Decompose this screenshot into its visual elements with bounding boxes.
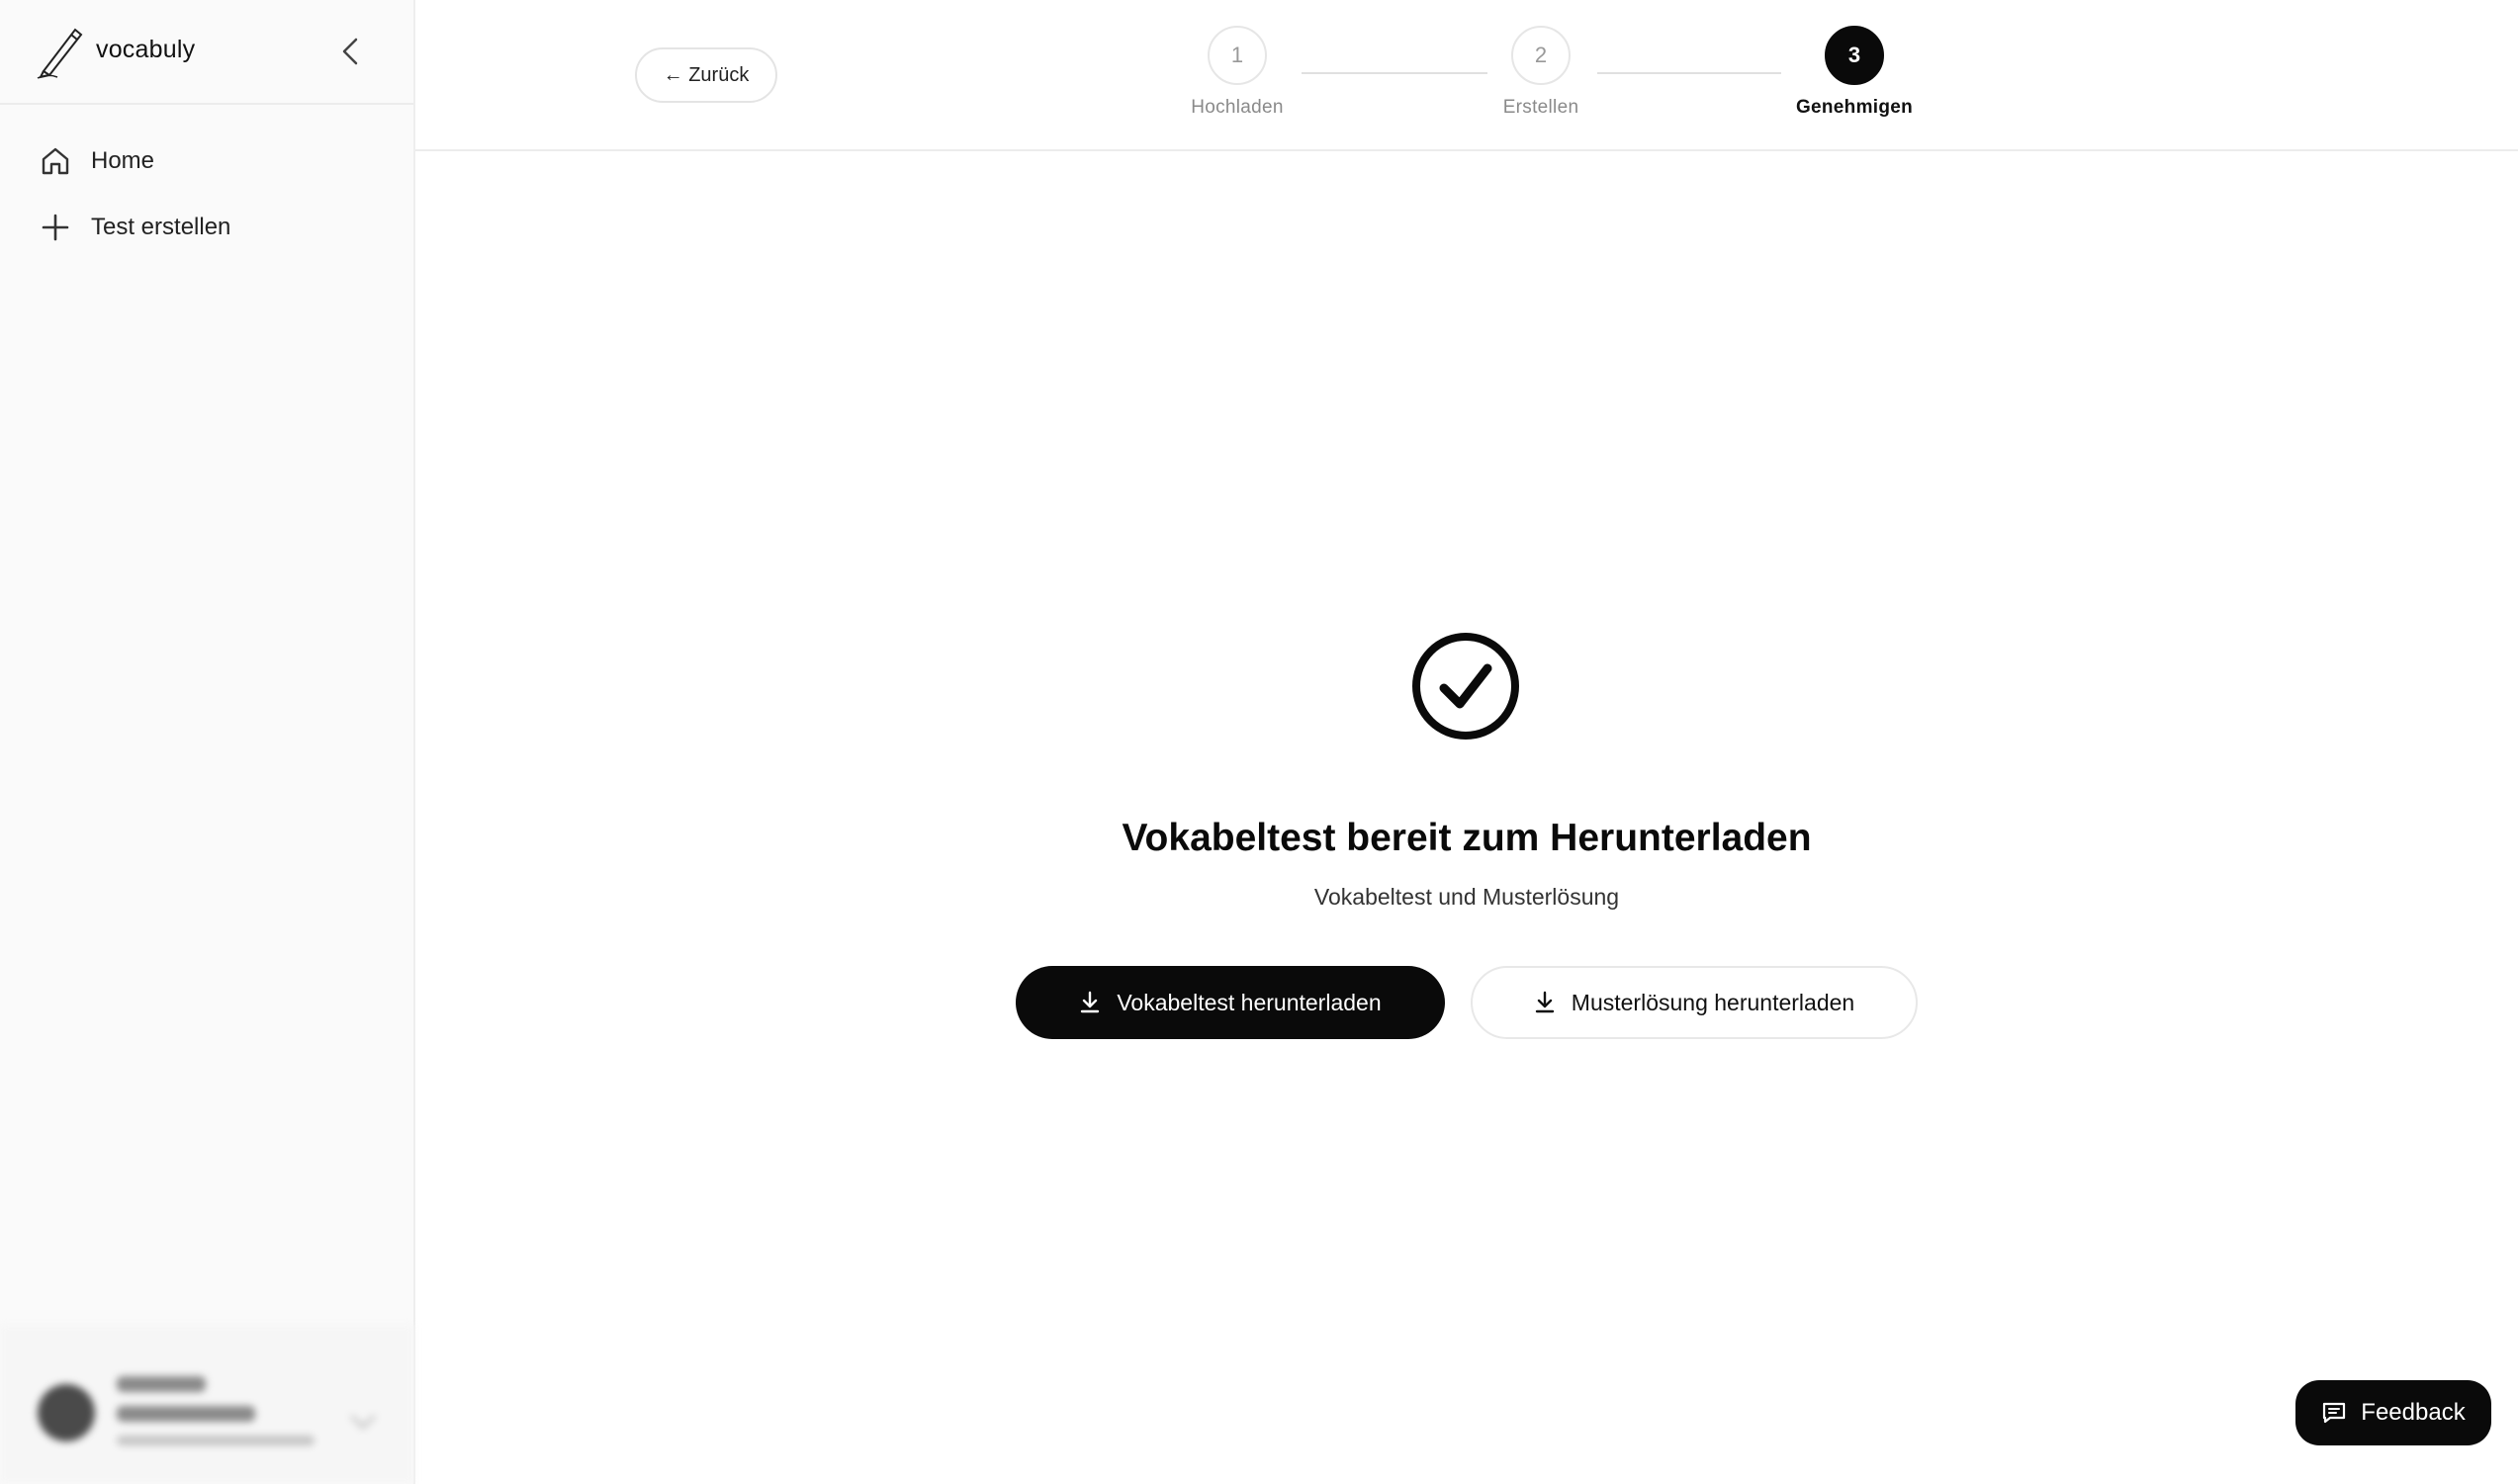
avatar xyxy=(38,1384,95,1441)
step-label: Genehmigen xyxy=(1795,97,1914,118)
step-label: Hochladen xyxy=(1191,97,1284,118)
step-label: Erstellen xyxy=(1502,97,1579,118)
plus-icon xyxy=(38,210,73,245)
chat-bubble-icon xyxy=(2323,1402,2346,1424)
sidebar-item-label: Test erstellen xyxy=(91,214,231,240)
page-subtitle: Vokabeltest und Musterlösung xyxy=(1313,884,1620,910)
sidebar-item-test-erstellen[interactable]: Test erstellen xyxy=(24,200,390,255)
app-logo-text: vocabuly xyxy=(96,36,196,63)
page-title: Vokabeltest bereit zum Herunterladen xyxy=(1122,817,1812,859)
chevron-left-icon[interactable] xyxy=(332,32,368,71)
sidebar-item-label: Home xyxy=(91,147,155,174)
pen-logo-icon xyxy=(37,28,83,79)
step-number: 1 xyxy=(1208,26,1267,85)
user-name-redacted xyxy=(117,1376,206,1392)
stepper-header: ← Zurück 1 Hochladen 2 Erstellen 3 Geneh… xyxy=(415,0,2518,151)
sidebar-item-home[interactable]: Home xyxy=(24,133,390,189)
download-test-button[interactable]: Vokabeltest herunterladen xyxy=(1016,966,1445,1039)
user-profile-blurred[interactable] xyxy=(0,1325,413,1484)
step-hochladen: 1 Hochladen xyxy=(1148,26,1326,119)
back-button[interactable]: ← Zurück xyxy=(635,47,777,103)
user-email-redacted xyxy=(117,1436,315,1445)
download-test-label: Vokabeltest herunterladen xyxy=(1117,989,1382,1015)
sidebar: vocabuly Home Test erstellen xyxy=(0,0,415,1484)
step-number: 3 xyxy=(1825,26,1884,85)
step-genehmigen: 3 Genehmigen xyxy=(1765,26,1943,119)
download-solution-button[interactable]: Musterlösung herunterladen xyxy=(1471,966,1918,1039)
chevron-down-icon xyxy=(350,1404,376,1430)
app-root: vocabuly Home Test erstellen ← Zurück 1 … xyxy=(0,0,2518,1484)
home-icon xyxy=(38,143,73,179)
download-icon xyxy=(1535,991,1554,1013)
feedback-button[interactable]: Feedback xyxy=(2295,1380,2491,1445)
sidebar-header: vocabuly xyxy=(0,0,413,105)
feedback-label: Feedback xyxy=(2361,1399,2466,1426)
step-number: 2 xyxy=(1511,26,1571,85)
user-surname-redacted xyxy=(117,1406,255,1422)
step-connector xyxy=(1597,72,1781,74)
check-circle-icon xyxy=(1412,633,1519,740)
download-icon xyxy=(1081,991,1100,1013)
download-solution-label: Musterlösung herunterladen xyxy=(1571,989,1855,1015)
